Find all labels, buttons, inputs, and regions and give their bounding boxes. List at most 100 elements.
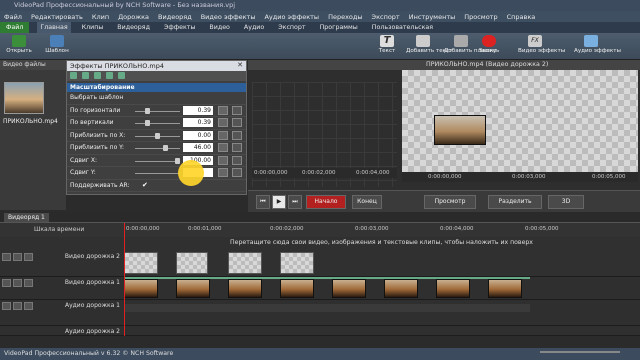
add-text-button[interactable]: Добавить текст (406, 35, 452, 59)
curve-button[interactable] (232, 118, 242, 127)
slider-knob[interactable] (145, 107, 150, 114)
tab-audio[interactable]: Аудио (241, 24, 267, 31)
play-icon[interactable]: ▶ (272, 195, 286, 209)
curve-button[interactable] (232, 105, 242, 115)
menu-file[interactable]: Файл (4, 13, 22, 21)
sequence-preview-timeline[interactable]: 0:00:00,000 0:00:03,000 0:00:05,000 (402, 172, 638, 182)
set-start-button[interactable]: Начало (306, 195, 346, 209)
tab-effects[interactable]: Эффекты (161, 24, 198, 31)
value-field[interactable]: 0.00 (183, 130, 213, 140)
sequence-preview-canvas[interactable] (402, 70, 638, 172)
template-row[interactable]: Выбрать шаблон (67, 92, 246, 105)
video-clip[interactable] (488, 279, 522, 298)
slider-knob[interactable] (155, 132, 160, 139)
keyframe-button[interactable] (218, 130, 228, 140)
clip-timeline[interactable]: 0:00:00,000 0:00:02,000 0:00:04,000 (252, 168, 397, 178)
tab-sequence[interactable]: Видеоряд (114, 24, 153, 31)
slider-knob[interactable] (145, 120, 150, 126)
remove-effect-icon[interactable] (82, 72, 89, 79)
open-button[interactable]: Открыть (2, 35, 36, 59)
overlay-clip[interactable] (280, 252, 314, 274)
checkmark-icon[interactable]: ✔ (142, 181, 148, 189)
audio-clip[interactable] (124, 304, 530, 312)
split-button[interactable]: Разделить (488, 195, 542, 209)
three-d-button[interactable]: 3D (548, 195, 584, 209)
menu-help[interactable]: Справка (507, 13, 536, 21)
add-text-icon (416, 35, 430, 47)
value-field[interactable]: 46.00 (183, 143, 213, 152)
menu-audio-fx[interactable]: Аудио эффекты (264, 13, 319, 21)
video-clip[interactable] (228, 279, 262, 298)
add-effect-icon[interactable] (70, 72, 77, 79)
save-preset-icon[interactable] (118, 72, 125, 79)
video-clip[interactable] (124, 279, 158, 298)
menu-transitions[interactable]: Переходы (328, 13, 362, 21)
keyframe-button[interactable] (218, 105, 228, 115)
video-clip[interactable] (176, 279, 210, 298)
tab-home[interactable]: Главная (37, 22, 71, 33)
menu-tools[interactable]: Инструменты (409, 13, 456, 21)
overlay-clip[interactable] (228, 252, 262, 274)
keyframe-button[interactable] (218, 143, 228, 152)
playhead[interactable] (124, 223, 125, 336)
menu-clip[interactable]: Клип (92, 13, 109, 21)
keyframe-button[interactable] (218, 118, 228, 127)
close-icon[interactable]: ✕ (237, 61, 243, 69)
menu-sequence[interactable]: Видеоряд (158, 13, 192, 21)
slider-track[interactable] (135, 173, 180, 174)
curve-button[interactable] (232, 130, 242, 140)
menu-view[interactable]: Просмотр (464, 13, 497, 21)
video-clip[interactable] (436, 279, 470, 298)
menu-track[interactable]: Дорожка (118, 13, 149, 21)
keyframe-button[interactable] (218, 168, 228, 177)
audio-effects-button[interactable]: Аудио эффекты (574, 35, 621, 59)
menu-edit[interactable]: Редактировать (31, 13, 83, 21)
tab-export[interactable]: Экспорт (275, 24, 308, 31)
video-clip[interactable] (332, 279, 366, 298)
overlay-clip[interactable] (176, 252, 208, 274)
overlay-clip[interactable] (124, 252, 158, 274)
value-field[interactable]: 0.39 (183, 105, 213, 115)
slider-knob[interactable] (175, 157, 180, 164)
tab-file[interactable]: Файл (0, 22, 30, 33)
slider-track[interactable] (135, 160, 180, 162)
text-button[interactable]: T Текст (370, 35, 404, 59)
slider-track[interactable] (135, 123, 180, 124)
clip-thumbnail[interactable] (4, 82, 44, 114)
effects-title: Эффекты ПРИКОЛЬНО.mp4 (70, 62, 164, 70)
record-button[interactable]: Запись (472, 35, 506, 59)
tab-sequence-1[interactable]: Видеоряд 1 (4, 213, 49, 222)
move-down-icon[interactable] (106, 72, 113, 79)
set-end-button[interactable]: Конец (352, 195, 382, 209)
curve-button[interactable] (232, 155, 242, 165)
tab-custom[interactable]: Пользовательская (369, 24, 436, 31)
curve-button[interactable] (232, 168, 242, 177)
effects-title-bar[interactable]: Эффекты ПРИКОЛЬНО.mp4 ✕ (67, 61, 246, 71)
slider-knob[interactable] (163, 145, 168, 151)
media-bin-header[interactable]: Видео файлы (0, 60, 66, 70)
move-up-icon[interactable] (94, 72, 101, 79)
menu-export[interactable]: Экспорт (372, 13, 400, 21)
zoom-section-header[interactable]: Масштабирование (67, 83, 246, 92)
slider-track[interactable] (135, 110, 180, 112)
template-button[interactable]: Шаблон (40, 35, 74, 59)
slider-track[interactable] (135, 148, 180, 149)
tab-programs[interactable]: Программы (317, 24, 361, 31)
video-clip[interactable] (384, 279, 418, 298)
zoom-slider[interactable] (540, 351, 620, 353)
tab-video[interactable]: Видео (206, 24, 233, 31)
to-end-icon[interactable]: ⏭ (288, 195, 302, 209)
effects-dialog: Эффекты ПРИКОЛЬНО.mp4 ✕ Масштабирование … (66, 60, 247, 195)
overlay-image[interactable] (434, 115, 486, 145)
keep-ar-row[interactable]: Поддерживать AR: ✔ (67, 180, 246, 192)
curve-button[interactable] (232, 143, 242, 152)
tab-clips[interactable]: Клипы (79, 24, 107, 31)
preview-button[interactable]: Просмотр (424, 195, 476, 209)
time-ruler[interactable]: Шкала времени 0:00:00,000 0:00:01,000 0:… (0, 223, 640, 237)
to-start-icon[interactable]: ⏮ (256, 195, 270, 209)
keyframe-button[interactable] (218, 155, 228, 165)
video-effects-button[interactable]: FX Видео эффекты (518, 35, 565, 59)
video-clip[interactable] (280, 279, 314, 298)
menu-video-fx[interactable]: Видео эффекты (201, 13, 256, 21)
value-field[interactable]: 0.39 (183, 118, 213, 127)
